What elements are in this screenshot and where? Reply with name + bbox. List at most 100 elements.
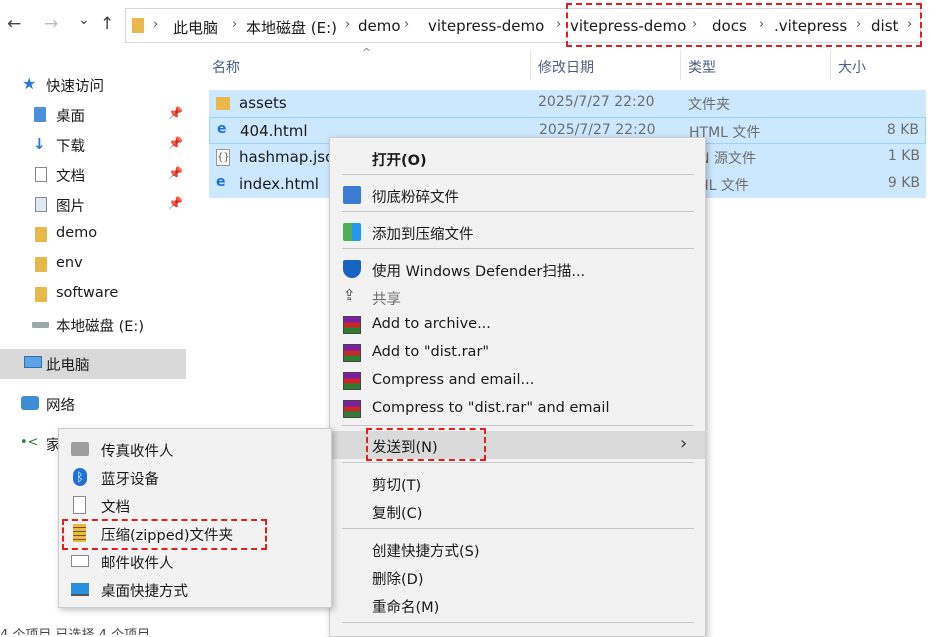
menu-item-copy[interactable]: 复制(C) <box>330 497 705 525</box>
address-bar[interactable]: › 此电脑 › 本地磁盘 (E:) › demo › vitepress-dem… <box>125 8 921 43</box>
sidebar-label: 图片 <box>56 199 85 215</box>
breadcrumb-separator[interactable]: › <box>232 17 237 32</box>
breadcrumb-separator[interactable]: › <box>404 17 409 32</box>
file-name: 404.html <box>240 122 308 140</box>
breadcrumb-dist[interactable]: dist <box>871 17 898 35</box>
menu-item-add-compress[interactable]: 添加到压缩文件 <box>330 218 705 246</box>
folder-icon <box>35 227 47 242</box>
send-to-documents[interactable]: 文档 <box>59 491 331 519</box>
breadcrumb-separator[interactable]: › <box>759 17 764 32</box>
breadcrumb-separator[interactable]: › <box>556 17 561 32</box>
sidebar-item-software[interactable]: software <box>0 280 186 310</box>
sidebar-item-downloads[interactable]: ↓ 下载 📌 <box>0 130 186 160</box>
sidebar-item-documents[interactable]: 文档 📌 <box>0 160 186 190</box>
file-size: 8 KB <box>886 122 919 138</box>
send-to-bluetooth[interactable]: ᛒ 蓝牙设备 <box>59 463 331 491</box>
sidebar-item-drive-e[interactable]: 本地磁盘 (E:) <box>0 310 186 340</box>
pin-icon[interactable]: 📌 <box>168 106 183 120</box>
download-icon: ↓ <box>33 135 46 153</box>
breadcrumb-vitepress-demo[interactable]: vitepress-demo <box>428 17 544 35</box>
menu-item-add-archive[interactable]: Add to archive... <box>330 311 705 339</box>
pin-icon[interactable]: 📌 <box>168 136 183 150</box>
address-toolbar: ← → ⌄ ↑ › 此电脑 › 本地磁盘 (E:) › demo › vitep… <box>0 0 948 50</box>
sidebar-item-desktop[interactable]: 桌面 📌 <box>0 100 186 130</box>
recent-dropdown-icon[interactable]: ⌄ <box>78 10 90 30</box>
menu-item-compress-rar-email[interactable]: Compress to "dist.rar" and email <box>330 395 705 423</box>
menu-item-add-dist-rar[interactable]: Add to "dist.rar" <box>330 339 705 367</box>
sidebar-item-demo[interactable]: demo <box>0 220 186 250</box>
sidebar-item-env[interactable]: env <box>0 250 186 280</box>
column-header-date[interactable]: 修改日期 <box>538 57 594 77</box>
menu-item-shred[interactable]: 彻底粉碎文件 <box>330 181 705 209</box>
menu-separator <box>342 528 694 529</box>
column-header-name[interactable]: 名称 <box>212 57 240 77</box>
menu-separator <box>342 174 694 175</box>
folder-icon <box>132 18 144 33</box>
send-to-mail[interactable]: 邮件收件人 <box>59 547 331 575</box>
sidebar-label: 下载 <box>56 139 85 155</box>
shredder-icon <box>343 186 361 204</box>
menu-item-delete[interactable]: 删除(D) <box>330 563 705 591</box>
sidebar-this-pc[interactable]: 此电脑 <box>0 349 186 379</box>
back-icon[interactable]: ← <box>7 14 21 34</box>
status-bar: 4 个项目 已选择 4 个项目 <box>0 624 150 635</box>
menu-label: 使用 Windows Defender扫描... <box>372 264 586 280</box>
edge-html-icon: e <box>217 121 227 137</box>
desktop-icon <box>71 583 89 596</box>
breadcrumb-separator[interactable]: › <box>907 17 912 32</box>
column-header-type[interactable]: 类型 <box>688 57 716 77</box>
breadcrumb-drive-e[interactable]: 本地磁盘 (E:) <box>246 17 337 38</box>
sidebar-quick-access[interactable]: ★ 快速访问 <box>0 70 186 100</box>
send-to-zip-folder[interactable]: 压缩(zipped)文件夹 <box>59 519 331 547</box>
menu-item-create-shortcut[interactable]: 创建快捷方式(S) <box>330 535 705 563</box>
picture-icon <box>35 197 47 212</box>
breadcrumb-docs[interactable]: docs <box>712 17 747 35</box>
breadcrumb-vitepress-demo-2[interactable]: vitepress-demo <box>570 17 686 35</box>
menu-label: Add to "dist.rar" <box>372 344 490 360</box>
breadcrumb-separator[interactable]: › <box>153 17 158 32</box>
desktop-folder-icon <box>34 107 46 122</box>
pin-icon[interactable]: 📌 <box>168 166 183 180</box>
sidebar-network[interactable]: 网络 <box>0 389 186 419</box>
menu-item-rename[interactable]: 重命名(M) <box>330 591 705 619</box>
menu-label: 邮件收件人 <box>101 556 174 572</box>
breadcrumb-vitepress[interactable]: .vitepress <box>774 17 847 35</box>
menu-item-share[interactable]: ⇪ 共享 <box>330 283 705 311</box>
column-divider[interactable] <box>830 50 831 80</box>
context-menu: 打开(O) 彻底粉碎文件 添加到压缩文件 使用 Windows Defender… <box>329 137 706 637</box>
menu-item-send-to[interactable]: 发送到(N) › <box>330 431 705 459</box>
file-row[interactable]: assets 2025/7/27 22:20 文件夹 <box>209 90 926 117</box>
menu-label: 共享 <box>372 292 401 308</box>
sidebar-item-pictures[interactable]: 图片 📌 <box>0 190 186 220</box>
pin-icon[interactable]: 📌 <box>168 196 183 210</box>
menu-label: 发送到(N) <box>372 440 438 456</box>
breadcrumb-demo[interactable]: demo <box>358 17 401 35</box>
menu-item-compress-email[interactable]: Compress and email... <box>330 367 705 395</box>
file-name: assets <box>239 94 287 112</box>
forward-icon[interactable]: → <box>44 14 58 34</box>
breadcrumb-separator[interactable]: › <box>856 17 861 32</box>
sidebar-homegroup[interactable]: •< 家 <box>0 429 61 459</box>
breadcrumb-separator[interactable]: › <box>345 17 350 32</box>
document-icon <box>73 496 86 514</box>
column-divider[interactable] <box>680 50 681 80</box>
menu-item-open[interactable]: 打开(O) <box>330 144 705 172</box>
column-header-size[interactable]: 大小 <box>838 57 866 77</box>
sidebar-label: 文档 <box>56 169 85 185</box>
send-to-fax[interactable]: 传真收件人 <box>59 435 331 463</box>
star-icon: ★ <box>22 74 37 93</box>
menu-item-cut[interactable]: 剪切(T) <box>330 469 705 497</box>
column-divider[interactable] <box>530 50 531 80</box>
breadcrumb-this-pc[interactable]: 此电脑 <box>173 17 218 38</box>
compress-icon <box>343 223 361 241</box>
up-icon[interactable]: ↑ <box>100 14 114 34</box>
network-icon <box>21 396 39 410</box>
json-icon: {} <box>216 149 230 166</box>
sidebar-label: 快速访问 <box>46 79 104 95</box>
menu-separator <box>342 248 694 249</box>
menu-item-defender-scan[interactable]: 使用 Windows Defender扫描... <box>330 255 705 283</box>
sidebar-label: 此电脑 <box>46 358 90 374</box>
menu-label: 桌面快捷方式 <box>101 584 188 600</box>
breadcrumb-separator[interactable]: › <box>692 17 697 32</box>
send-to-desktop[interactable]: 桌面快捷方式 <box>59 575 331 603</box>
